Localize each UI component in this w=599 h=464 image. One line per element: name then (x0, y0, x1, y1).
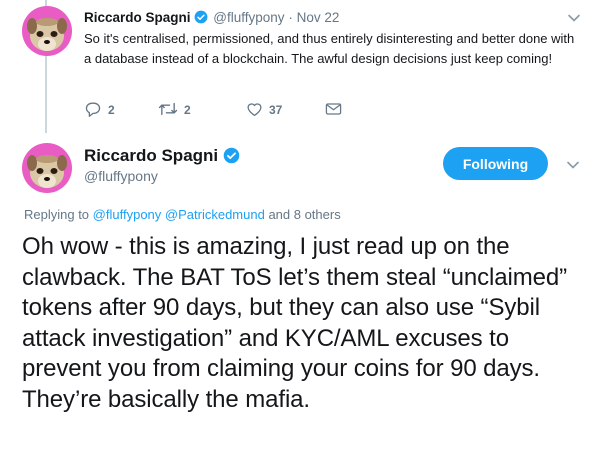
replying-to: Replying to @fluffypony @Patrickedmund a… (24, 206, 341, 224)
mention-link[interactable]: @Patrickedmund (165, 207, 265, 222)
verified-badge-icon (194, 10, 208, 28)
retweet-count: 2 (184, 103, 191, 117)
retweet-icon (158, 101, 178, 120)
avatar[interactable] (22, 6, 72, 56)
like-count: 37 (269, 103, 283, 117)
tweet-date[interactable]: Nov 22 (297, 10, 340, 25)
author-handle[interactable]: @fluffypony (213, 10, 284, 25)
retweet-button[interactable]: 2 (158, 101, 191, 119)
chevron-down-icon[interactable] (567, 10, 581, 28)
mention-link[interactable]: @fluffypony (93, 207, 162, 222)
following-button[interactable]: Following (443, 147, 548, 180)
replying-prefix: Replying to (24, 207, 90, 222)
tweet-text: Oh wow - this is amazing, I just read up… (22, 233, 568, 413)
author-handle[interactable]: @fluffypony (84, 167, 158, 185)
reply-count: 2 (108, 103, 115, 117)
reply-button[interactable]: 2 (84, 101, 115, 119)
tweet-text: So it's centralised, permissioned, and t… (84, 31, 575, 66)
like-button[interactable]: 37 (246, 101, 282, 119)
author-name[interactable]: Riccardo Spagni (84, 10, 191, 25)
envelope-icon (325, 102, 342, 119)
replying-others[interactable]: and 8 others (268, 207, 340, 222)
chevron-down-icon[interactable] (566, 157, 580, 175)
avatar[interactable] (22, 143, 72, 193)
tweet-header: Riccardo Spagni @fluffypony · Nov 22 (84, 9, 339, 28)
direct-message-button[interactable] (325, 101, 342, 119)
heart-icon (246, 101, 263, 120)
separator-dot: · (288, 10, 293, 25)
author-name[interactable]: Riccardo Spagni (84, 146, 218, 165)
verified-badge-icon (223, 147, 240, 170)
reply-icon (84, 101, 102, 120)
